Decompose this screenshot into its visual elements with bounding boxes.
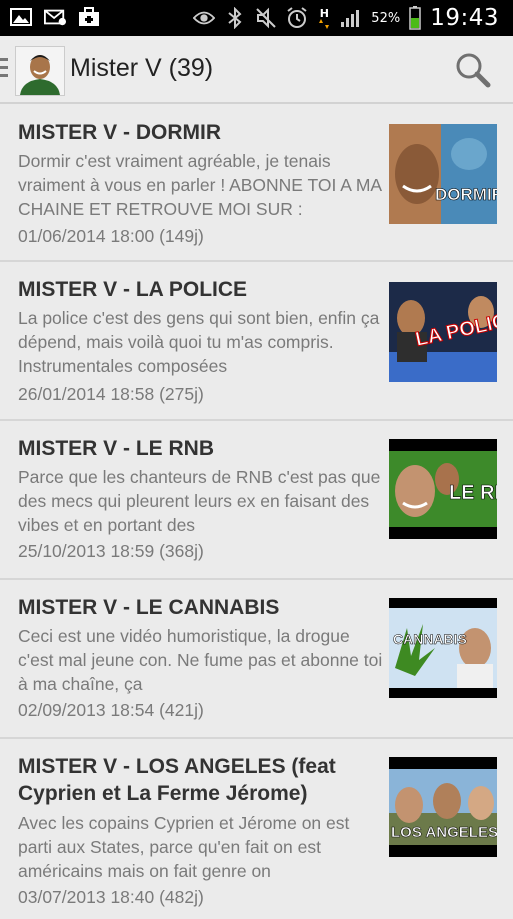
status-bar: H 52% 19:43: [0, 0, 513, 36]
list-item[interactable]: MISTER V - DORMIR Dormir c'est vraiment …: [0, 104, 513, 262]
menu-icon[interactable]: [0, 58, 8, 80]
video-thumbnail[interactable]: CANNABIS: [389, 598, 497, 698]
video-description: Ceci est une vidéo humoristique, la drog…: [18, 626, 383, 694]
video-description: La police c'est des gens qui sont bien, …: [18, 308, 380, 376]
bluetooth-icon: [224, 7, 246, 29]
list-item[interactable]: MISTER V - LA POLICE La police c'est des…: [0, 262, 513, 421]
video-title: MISTER V - LA POLICE: [18, 278, 248, 301]
video-thumbnail[interactable]: LE RNB: [389, 439, 497, 539]
video-description: Avec les copains Cyprien et Jérome on es…: [18, 813, 350, 881]
video-thumbnail[interactable]: LOS ANGELES: [389, 757, 497, 857]
mute-icon: [255, 7, 277, 29]
clock: 19:43: [430, 5, 499, 31]
list-item[interactable]: MISTER V - LOS ANGELES (feat Cyprien et …: [0, 739, 513, 919]
alarm-icon: [286, 7, 308, 29]
image-icon: [10, 6, 32, 28]
video-date: 01/06/2014 18:00 (149j): [18, 226, 204, 246]
video-list: MISTER V - DORMIR Dormir c'est vraiment …: [0, 104, 513, 919]
video-date: 26/01/2014 18:58 (275j): [18, 384, 204, 404]
video-thumbnail[interactable]: LA POLICE: [389, 282, 497, 382]
network-icon: H: [317, 7, 331, 29]
video-date: 25/10/2013 18:59 (368j): [18, 541, 204, 561]
mail-icon: [44, 6, 66, 28]
video-title: MISTER V - LE RNB: [18, 437, 215, 460]
app-bar: Mister V (39): [0, 36, 513, 104]
thumbnail-label: LOS ANGELES: [391, 824, 497, 841]
thumbnail-label: CANNABIS: [393, 631, 467, 647]
thumbnail-label: DORMIR: [435, 185, 497, 204]
list-item[interactable]: MISTER V - LE CANNABIS Ceci est une vidé…: [0, 580, 513, 739]
avatar[interactable]: [15, 46, 65, 96]
page-title: Mister V (39): [70, 54, 214, 82]
search-icon[interactable]: [453, 50, 493, 90]
video-title: MISTER V - DORMIR: [18, 121, 221, 144]
list-item[interactable]: MISTER V - LE RNB Parce que les chanteur…: [0, 421, 513, 580]
thumbnail-label: LE RNB: [449, 482, 497, 504]
video-title: MISTER V - LE CANNABIS: [18, 596, 280, 619]
video-date: 02/09/2013 18:54 (421j): [18, 700, 204, 720]
battery-percent: 52%: [371, 10, 401, 26]
video-thumbnail[interactable]: DORMIR: [389, 124, 497, 224]
signal-icon: [340, 7, 362, 29]
video-title: MISTER V - LOS ANGELES (feat Cyprien et …: [18, 755, 336, 805]
video-date: 03/07/2013 18:40 (482j): [18, 887, 204, 907]
eye-icon: [193, 7, 216, 29]
briefcase-icon: [78, 6, 100, 28]
video-description: Parce que les chanteurs de RNB c'est pas…: [18, 467, 381, 535]
battery-icon: [409, 6, 421, 30]
video-description: Dormir c'est vraiment agréable, je tenai…: [18, 151, 382, 219]
